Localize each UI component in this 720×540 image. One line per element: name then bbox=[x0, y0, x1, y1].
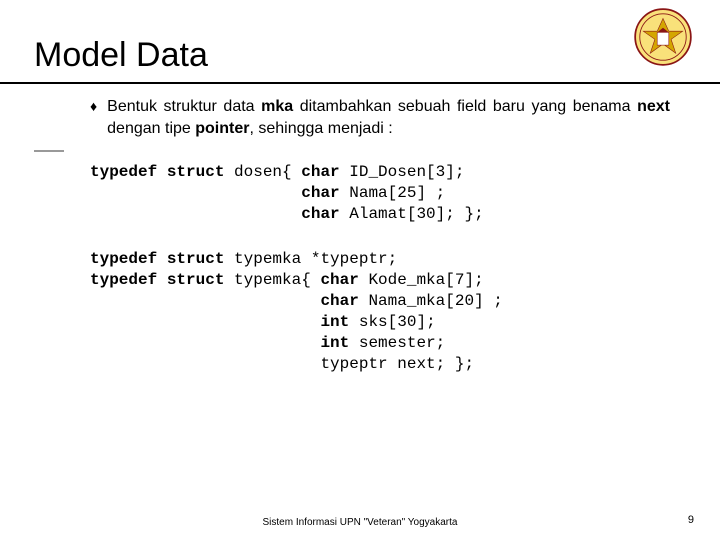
code-keyword: int bbox=[320, 313, 349, 331]
code-block-dosen: typedef struct dosen{ char ID_Dosen[3]; … bbox=[90, 162, 670, 225]
text-fragment: Bentuk struktur data bbox=[107, 98, 261, 115]
code-text: Nama_mka[20] ; bbox=[359, 292, 503, 310]
code-keyword: char bbox=[301, 184, 339, 202]
code-keyword: typedef struct bbox=[90, 163, 224, 181]
text-bold: pointer bbox=[195, 120, 249, 137]
text-fragment: ditambahkan sebuah field baru yang benam… bbox=[293, 98, 637, 115]
code-keyword: typedef struct bbox=[90, 271, 224, 289]
code-text: Nama[25] ; bbox=[340, 184, 446, 202]
code-text bbox=[90, 313, 320, 331]
code-text: typeptr next; }; bbox=[90, 355, 474, 373]
text-fragment: dengan tipe bbox=[107, 120, 195, 137]
text-bold: next bbox=[637, 98, 670, 115]
code-keyword: int bbox=[320, 334, 349, 352]
university-logo bbox=[634, 8, 692, 66]
code-text: typemka *typeptr; bbox=[224, 250, 397, 268]
diamond-bullet-icon: ♦ bbox=[90, 96, 97, 116]
side-accent-line bbox=[34, 150, 64, 152]
code-text bbox=[90, 205, 301, 223]
footer-text: Sistem Informasi UPN "Veteran" Yogyakart… bbox=[0, 517, 720, 528]
page-number: 9 bbox=[688, 514, 694, 526]
code-text bbox=[90, 184, 301, 202]
code-text: semester; bbox=[349, 334, 445, 352]
code-text: dosen{ bbox=[224, 163, 301, 181]
code-keyword: char bbox=[301, 163, 339, 181]
bullet-text: Bentuk struktur data mka ditambahkan seb… bbox=[107, 96, 670, 140]
code-text: Kode_mka[7]; bbox=[359, 271, 484, 289]
code-keyword: typedef struct bbox=[90, 250, 224, 268]
code-keyword: char bbox=[320, 271, 358, 289]
code-keyword: char bbox=[301, 205, 339, 223]
slide-content: ♦ Bentuk struktur data mka ditambahkan s… bbox=[90, 96, 670, 399]
code-keyword: char bbox=[320, 292, 358, 310]
text-fragment: , sehingga menjadi : bbox=[249, 120, 392, 137]
code-text: Alamat[30]; }; bbox=[340, 205, 484, 223]
code-text: typemka{ bbox=[224, 271, 320, 289]
text-bold: mka bbox=[261, 98, 293, 115]
code-text: sks[30]; bbox=[349, 313, 435, 331]
slide-title: Model Data bbox=[34, 36, 208, 75]
code-text bbox=[90, 334, 320, 352]
code-text: ID_Dosen[3]; bbox=[340, 163, 465, 181]
code-text bbox=[90, 292, 320, 310]
bullet-item: ♦ Bentuk struktur data mka ditambahkan s… bbox=[90, 96, 670, 140]
code-block-typemka: typedef struct typemka *typeptr; typedef… bbox=[90, 249, 670, 375]
title-underline bbox=[0, 82, 720, 84]
